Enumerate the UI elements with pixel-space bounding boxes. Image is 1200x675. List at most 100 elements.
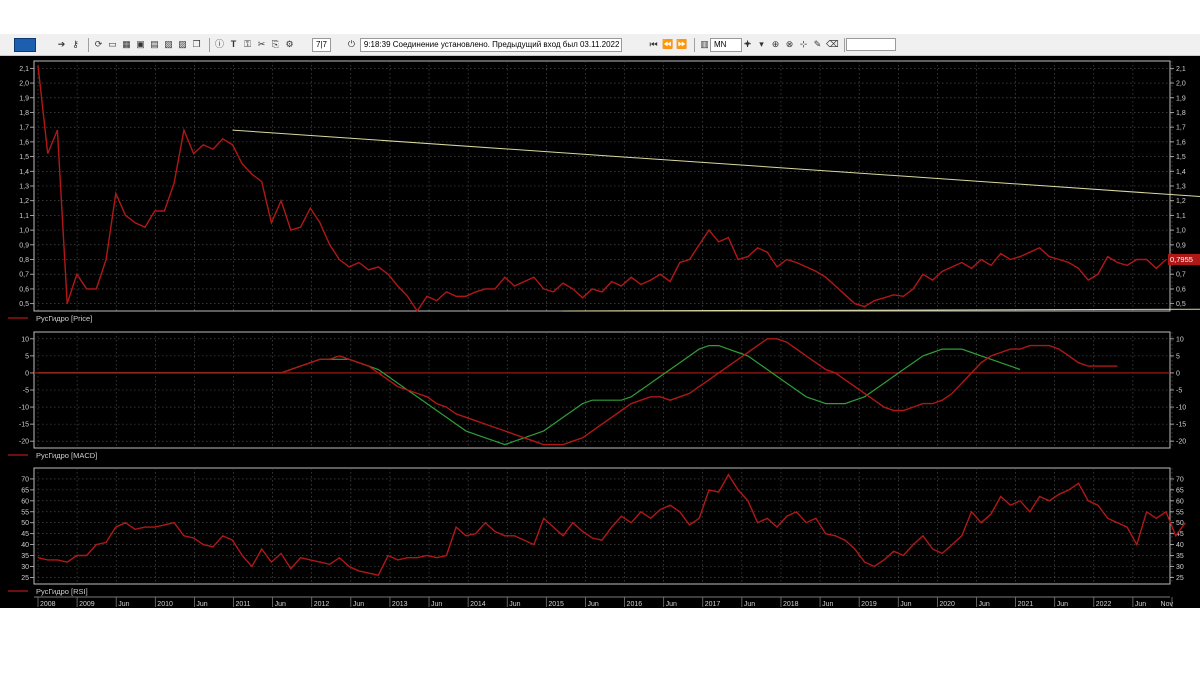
x-tick-label: Jun [196, 601, 207, 608]
x-tick-label: 2011 [236, 601, 251, 608]
rsi-legend-label: РусГидро [RSI] [36, 587, 88, 596]
eraser-icon[interactable]: ⌫ [826, 39, 839, 50]
y-tick-label-left: 65 [21, 487, 29, 494]
y-tick-label-right: 10 [1176, 336, 1184, 343]
forward-icon[interactable]: ⏩ [676, 39, 687, 50]
copy-icon[interactable]: ❐ [191, 39, 202, 50]
text-tool-icon[interactable]: T [228, 39, 239, 50]
y-tick-label-right: 2,0 [1176, 81, 1186, 88]
y-tick-label-left: 0,8 [19, 257, 29, 264]
x-tick-label: Jun [587, 601, 598, 608]
y-tick-label-left: 70 [21, 476, 29, 483]
x-tick-label: Jun [900, 601, 911, 608]
info-icon[interactable]: ⓘ [214, 39, 225, 50]
y-tick-label-left: -10 [19, 405, 29, 412]
y-tick-label-left: 5 [25, 353, 29, 360]
x-tick-label: 2018 [783, 601, 799, 608]
x-tick-label: Jun [822, 601, 833, 608]
y-tick-label-left: -20 [19, 439, 29, 446]
x-tick-label: 2010 [157, 601, 173, 608]
y-tick-label-right: -10 [1176, 405, 1186, 412]
y-tick-label-right: 0,9 [1176, 242, 1186, 249]
x-tick-label: 2020 [939, 601, 955, 608]
refresh-icon[interactable]: ⟳ [93, 39, 104, 50]
settings-icon[interactable]: ⚙ [284, 39, 295, 50]
y-tick-label-left: 60 [21, 498, 29, 505]
timeframe-value[interactable]: MN [710, 37, 742, 52]
y-tick-label-right: 1,1 [1176, 213, 1186, 220]
y-tick-label-right: 5 [1176, 353, 1180, 360]
rewind-start-icon[interactable]: ⏮ [648, 39, 659, 50]
rewind-icon[interactable]: ⏪ [662, 39, 673, 50]
x-tick-label: 2008 [40, 601, 56, 608]
x-tick-label: Jun [1057, 601, 1068, 608]
y-tick-label-right: 0,6 [1176, 286, 1186, 293]
x-tick-label: Jun [275, 601, 286, 608]
y-tick-label-right: 1,6 [1176, 139, 1186, 146]
y-tick-label-left: 0,6 [19, 286, 29, 293]
table-icon[interactable]: ▦ [121, 39, 132, 50]
y-tick-label-left: 25 [21, 575, 29, 582]
orders-icon[interactable]: ▤ [149, 39, 160, 50]
lock-icon[interactable]: ⚿ [242, 39, 253, 50]
y-tick-label-right: 40 [1176, 542, 1184, 549]
x-tick-label: 2015 [548, 601, 564, 608]
crosshair-icon[interactable]: ✛ [742, 39, 753, 50]
last-value-marker: 0,7955 [1168, 254, 1200, 266]
chart-window-icon[interactable]: ▣ [135, 39, 146, 50]
x-tick-label: Jun [118, 601, 129, 608]
search-input[interactable] [846, 38, 896, 51]
x-tick-label: Jun [666, 601, 677, 608]
x-tick-label: 2019 [861, 601, 877, 608]
y-tick-label-right: 30 [1176, 564, 1184, 571]
trades-icon[interactable]: ▧ [163, 39, 174, 50]
y-tick-label-left: 55 [21, 509, 29, 516]
y-tick-label-left: 1,0 [19, 228, 29, 235]
x-tick-label: 2017 [705, 601, 721, 608]
y-tick-label-left: 1,1 [19, 213, 29, 220]
key-icon[interactable]: ⚷ [70, 39, 81, 50]
y-tick-label-right: 1,9 [1176, 95, 1186, 102]
y-tick-label-right: 0,7 [1176, 272, 1186, 279]
x-tick-label: 2016 [627, 601, 643, 608]
y-tick-label-right: 1,5 [1176, 154, 1186, 161]
window-icon[interactable]: ▭ [107, 39, 118, 50]
x-tick-label: 2022 [1096, 601, 1112, 608]
y-tick-label-right: 25 [1176, 575, 1184, 582]
y-tick-label-left: 1,8 [19, 110, 29, 117]
y-tick-label-left: 1,2 [19, 198, 29, 205]
chart-area: 0,50,50,60,60,70,70,80,80,90,91,01,01,11… [0, 56, 1200, 608]
y-tick-label-right: 1,2 [1176, 198, 1186, 205]
target-icon[interactable]: ⊕ [770, 39, 781, 50]
y-tick-label-left: 0,9 [19, 242, 29, 249]
y-tick-label-left: 45 [21, 531, 29, 538]
portfolio-icon[interactable]: ▨ [177, 39, 188, 50]
y-tick-label-right: 2,1 [1176, 66, 1186, 73]
y-tick-label-left: 1,7 [19, 125, 29, 132]
chevron-down-icon[interactable]: ▾ [756, 39, 767, 50]
drawing-tools-group: ✛ ▾ ⊕ ⊗ ⊹ ✎ ⌫ ⚲ [742, 37, 863, 52]
y-tick-label-left: 1,6 [19, 139, 29, 146]
y-tick-label-right: 1,3 [1176, 184, 1186, 191]
y-tick-label-left: -15 [19, 422, 29, 429]
y-tick-label-right: 55 [1176, 509, 1184, 516]
x-tick-label: 2009 [79, 601, 95, 608]
chart-canvas[interactable]: 0,50,50,60,60,70,70,80,80,90,91,01,01,11… [0, 56, 1200, 608]
arrow-icon[interactable]: ➔ [56, 39, 67, 50]
bar-chart-icon[interactable]: ▥ [699, 39, 710, 50]
y-tick-label-left: 2,1 [19, 66, 29, 73]
scissors-icon[interactable]: ✂ [256, 39, 267, 50]
x-tick-label: Jun [431, 601, 442, 608]
y-tick-label-left: -5 [23, 388, 29, 395]
y-tick-label-right: 1,8 [1176, 110, 1186, 117]
x-tick-label: Jun [353, 601, 364, 608]
cursor-icon[interactable]: ⊹ [798, 39, 809, 50]
y-tick-label-left: 50 [21, 520, 29, 527]
y-tick-label-left: 1,5 [19, 154, 29, 161]
x-tick-label: Jun [978, 601, 989, 608]
y-tick-label-right: 1,4 [1176, 169, 1186, 176]
zoom-area-icon[interactable]: ⊗ [784, 39, 795, 50]
window-counter: 7|7 [312, 37, 331, 52]
clipboard-icon[interactable]: ⎘ [270, 39, 281, 50]
pencil-icon[interactable]: ✎ [812, 39, 823, 50]
